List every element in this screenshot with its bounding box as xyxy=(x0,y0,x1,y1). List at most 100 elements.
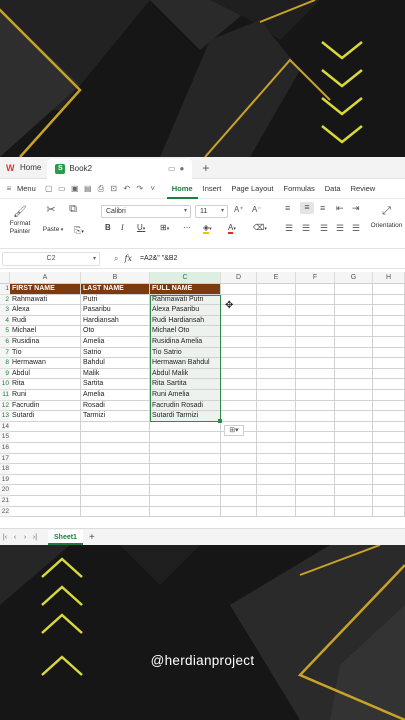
table-cell[interactable]: Oto xyxy=(81,326,150,337)
format-painter-button[interactable]: 🖌 Format Painter xyxy=(6,205,34,236)
empty-cell[interactable] xyxy=(150,485,221,496)
empty-cell[interactable] xyxy=(150,421,221,433)
distribute-button[interactable]: ☰ xyxy=(352,223,360,234)
fill-handle[interactable] xyxy=(218,418,222,423)
row-header-15[interactable]: 15 xyxy=(0,432,10,443)
empty-cell[interactable] xyxy=(296,485,335,496)
empty-cell[interactable] xyxy=(296,443,335,454)
table-cell[interactable]: Amelia xyxy=(81,337,150,348)
save-icon[interactable]: ▣ xyxy=(70,184,80,193)
empty-cell[interactable] xyxy=(257,485,296,496)
autofill-options-button[interactable]: ⊞▾ xyxy=(224,424,244,436)
row-header-5[interactable]: 5 xyxy=(0,326,10,337)
table-cell[interactable]: Rita Sartita xyxy=(150,379,221,390)
empty-cell[interactable] xyxy=(296,326,335,337)
bold-button[interactable]: B xyxy=(105,223,111,232)
empty-cell[interactable] xyxy=(296,294,335,306)
empty-cell[interactable] xyxy=(257,443,296,454)
empty-cell[interactable] xyxy=(221,390,257,401)
table-header-cell[interactable]: FULL NAME xyxy=(150,284,221,295)
table-cell[interactable]: Sartita xyxy=(81,379,150,390)
table-cell[interactable]: Rudi Hardiansah xyxy=(150,315,221,327)
empty-cell[interactable] xyxy=(221,506,257,518)
empty-cell[interactable] xyxy=(221,464,257,475)
row-header-8[interactable]: 8 xyxy=(0,358,10,369)
font-color-button[interactable]: A▾ xyxy=(228,223,236,234)
empty-cell[interactable] xyxy=(257,411,296,422)
empty-cell[interactable] xyxy=(81,432,150,443)
sheet-tab-sheet1[interactable]: Sheet1 xyxy=(48,529,83,545)
table-cell[interactable]: Rudi xyxy=(10,315,81,327)
empty-cell[interactable] xyxy=(221,411,257,422)
font-size-select[interactable]: 11 ▾ xyxy=(195,205,228,218)
empty-cell[interactable] xyxy=(81,506,150,518)
table-cell[interactable]: Malik xyxy=(81,368,150,380)
empty-cell[interactable] xyxy=(10,496,81,507)
empty-cell[interactable] xyxy=(81,464,150,475)
empty-cell[interactable] xyxy=(296,464,335,475)
empty-cell[interactable] xyxy=(335,443,373,454)
empty-cell[interactable] xyxy=(150,443,221,454)
empty-cell[interactable] xyxy=(257,379,296,390)
table-cell[interactable]: Rusidina Amelia xyxy=(150,337,221,348)
justify-button[interactable]: ☰ xyxy=(336,223,344,234)
empty-cell[interactable] xyxy=(10,464,81,475)
column-header-e[interactable]: E xyxy=(257,272,296,284)
table-header-cell[interactable]: LAST NAME xyxy=(81,284,150,295)
empty-cell[interactable] xyxy=(335,496,373,507)
empty-cell[interactable] xyxy=(296,347,335,359)
unsaved-dot-icon[interactable]: ● xyxy=(180,164,185,173)
italic-button[interactable]: I xyxy=(121,223,124,232)
row-header-6[interactable]: 6 xyxy=(0,337,10,348)
increase-font-button[interactable]: A⁺ xyxy=(234,205,244,214)
empty-cell[interactable] xyxy=(335,358,373,369)
empty-cell[interactable] xyxy=(335,390,373,401)
table-cell[interactable]: Facrudin xyxy=(10,400,81,412)
empty-cell[interactable] xyxy=(150,506,221,518)
empty-cell[interactable] xyxy=(221,453,257,465)
empty-cell[interactable] xyxy=(10,432,81,443)
row-header-17[interactable]: 17 xyxy=(0,453,10,465)
row-header-1[interactable]: 1 xyxy=(0,284,10,295)
empty-cell[interactable] xyxy=(257,506,296,518)
font-name-select[interactable]: Calibri ▾ xyxy=(101,205,191,218)
row-header-22[interactable]: 22 xyxy=(0,506,10,518)
row-header-4[interactable]: 4 xyxy=(0,315,10,327)
export-pdf-icon[interactable]: ▤ xyxy=(83,184,93,193)
table-cell[interactable]: Sutardi xyxy=(10,411,81,422)
table-cell[interactable]: Runi xyxy=(10,390,81,401)
empty-cell[interactable] xyxy=(10,506,81,518)
strikethrough-button[interactable]: ⋯ xyxy=(183,223,191,232)
print-icon[interactable]: ⎙ xyxy=(96,184,106,194)
empty-cell[interactable] xyxy=(150,453,221,465)
empty-cell[interactable] xyxy=(335,411,373,422)
empty-cell[interactable] xyxy=(373,432,405,443)
empty-cell[interactable] xyxy=(296,315,335,327)
empty-cell[interactable] xyxy=(221,358,257,369)
empty-cell[interactable] xyxy=(335,464,373,475)
empty-cell[interactable] xyxy=(257,326,296,337)
empty-cell[interactable] xyxy=(81,485,150,496)
empty-cell[interactable] xyxy=(373,474,405,486)
table-cell[interactable]: Rusidina xyxy=(10,337,81,348)
empty-cell[interactable] xyxy=(373,443,405,454)
table-cell[interactable]: Runi Amelia xyxy=(150,390,221,401)
empty-cell[interactable] xyxy=(10,474,81,486)
column-header-c[interactable]: C xyxy=(150,272,221,284)
table-cell[interactable]: Rahmawati Putri xyxy=(150,294,221,306)
table-cell[interactable]: Sutardi Tarmizi xyxy=(150,411,221,422)
empty-cell[interactable] xyxy=(257,496,296,507)
empty-cell[interactable] xyxy=(296,432,335,443)
empty-cell[interactable] xyxy=(10,453,81,465)
empty-cell[interactable] xyxy=(296,453,335,465)
empty-cell[interactable] xyxy=(373,390,405,401)
empty-cell[interactable] xyxy=(335,284,373,295)
tab-page-layout[interactable]: Page Layout xyxy=(226,179,278,199)
name-box[interactable]: C2 ▾ xyxy=(2,251,100,266)
tab-home[interactable]: Home xyxy=(166,179,198,199)
empty-cell[interactable] xyxy=(373,485,405,496)
tab-review[interactable]: Review xyxy=(346,179,381,199)
empty-cell[interactable] xyxy=(296,496,335,507)
table-cell[interactable]: Tio xyxy=(10,347,81,359)
empty-cell[interactable] xyxy=(10,421,81,433)
